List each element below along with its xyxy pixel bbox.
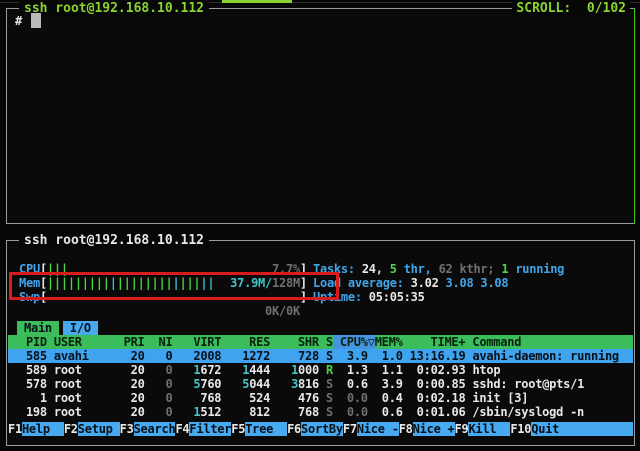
tasks-line: Tasks: 24, 5 thr, 62 kthr; 1 running [313,262,564,276]
fkey-label-F8[interactable]: Nice + [413,422,455,436]
fkey-label-F3[interactable]: Search [134,422,176,436]
load-average-line: Load average: 3.02 3.08 3.08 [313,276,508,290]
function-key-bar: F1Help F2Setup F3SearchF4FilterF5Tree F6… [8,422,633,436]
pane-top-ssh[interactable]: ssh root@192.168.10.112 SCROLL: 0/102 # [6,8,635,224]
fkey-F9[interactable]: F9 [455,422,469,436]
fkey-label-F4[interactable]: Filter [189,422,231,436]
process-row-1[interactable]: 1 root 20 0 768 524 476 S 0.0 0.4 0:02.1… [8,391,633,405]
process-row-585[interactable]: 585 avahi 20 0 2008 1272 728 S 3.9 1.0 1… [8,349,633,363]
fkey-label-F2[interactable]: Setup [78,422,120,436]
shell-prompt[interactable]: # [15,13,41,29]
cursor-block [31,13,41,28]
fkey-label-F5[interactable]: Tree [245,422,287,436]
scroll-indicator: SCROLL: 0/102 [512,1,630,16]
tab-io[interactable]: I/O [63,321,98,335]
fkey-label-F9[interactable]: Kill [468,422,510,436]
fkey-F10[interactable]: F10 [510,422,531,436]
terminal-screen: ssh root@192.168.10.112 SCROLL: 0/102 # … [0,0,640,451]
header-columns[interactable]: MEM% TIME+ Command [375,335,521,349]
prompt-char: # [15,14,22,28]
fkey-F2[interactable]: F2 [64,422,78,436]
fkey-label-F7[interactable]: Nice - [357,422,399,436]
fkey-F1[interactable]: F1 [8,422,22,436]
process-row-578[interactable]: 578 root 20 0 5760 5044 3816 S 0.6 3.9 0… [8,377,633,391]
process-table-rows: 585 avahi 20 0 2008 1272 728 S 3.9 1.0 1… [8,349,633,419]
fkey-F5[interactable]: F5 [231,422,245,436]
header-sort-column[interactable]: CPU%▽ [333,335,375,349]
fkey-F6[interactable]: F6 [287,422,301,436]
process-table-header[interactable]: PID USER PRI NI VIRT RES SHR S CPU%▽MEM%… [8,335,633,349]
htop-tab-bar: Main I/O [17,321,102,335]
fkey-F7[interactable]: F7 [343,422,357,436]
fkey-label-F6[interactable]: SortBy [301,422,343,436]
process-row-589[interactable]: 589 root 20 0 1672 1444 1000 R 1.3 1.1 0… [8,363,633,377]
fkey-F3[interactable]: F3 [120,422,134,436]
fkey-label-F1[interactable]: Help [22,422,64,436]
fkey-F8[interactable]: F8 [399,422,413,436]
fkey-label-F10[interactable]: Quit [531,422,633,436]
header-columns[interactable]: PID USER PRI NI VIRT RES SHR S [12,335,333,349]
pane-title-top: ssh root@192.168.10.112 [19,1,209,16]
progress-fill [222,0,292,3]
annotation-red-box [9,272,339,300]
pane-title-bottom: ssh root@192.168.10.112 [19,233,209,248]
pane-bottom-htop[interactable]: ssh root@192.168.10.112 CPU[|||7.7%] Mem… [6,240,635,446]
process-row-198[interactable]: 198 root 20 0 1512 812 768 S 0.0 0.6 0:0… [8,405,633,419]
tab-main[interactable]: Main [17,321,59,335]
fkey-F4[interactable]: F4 [175,422,189,436]
